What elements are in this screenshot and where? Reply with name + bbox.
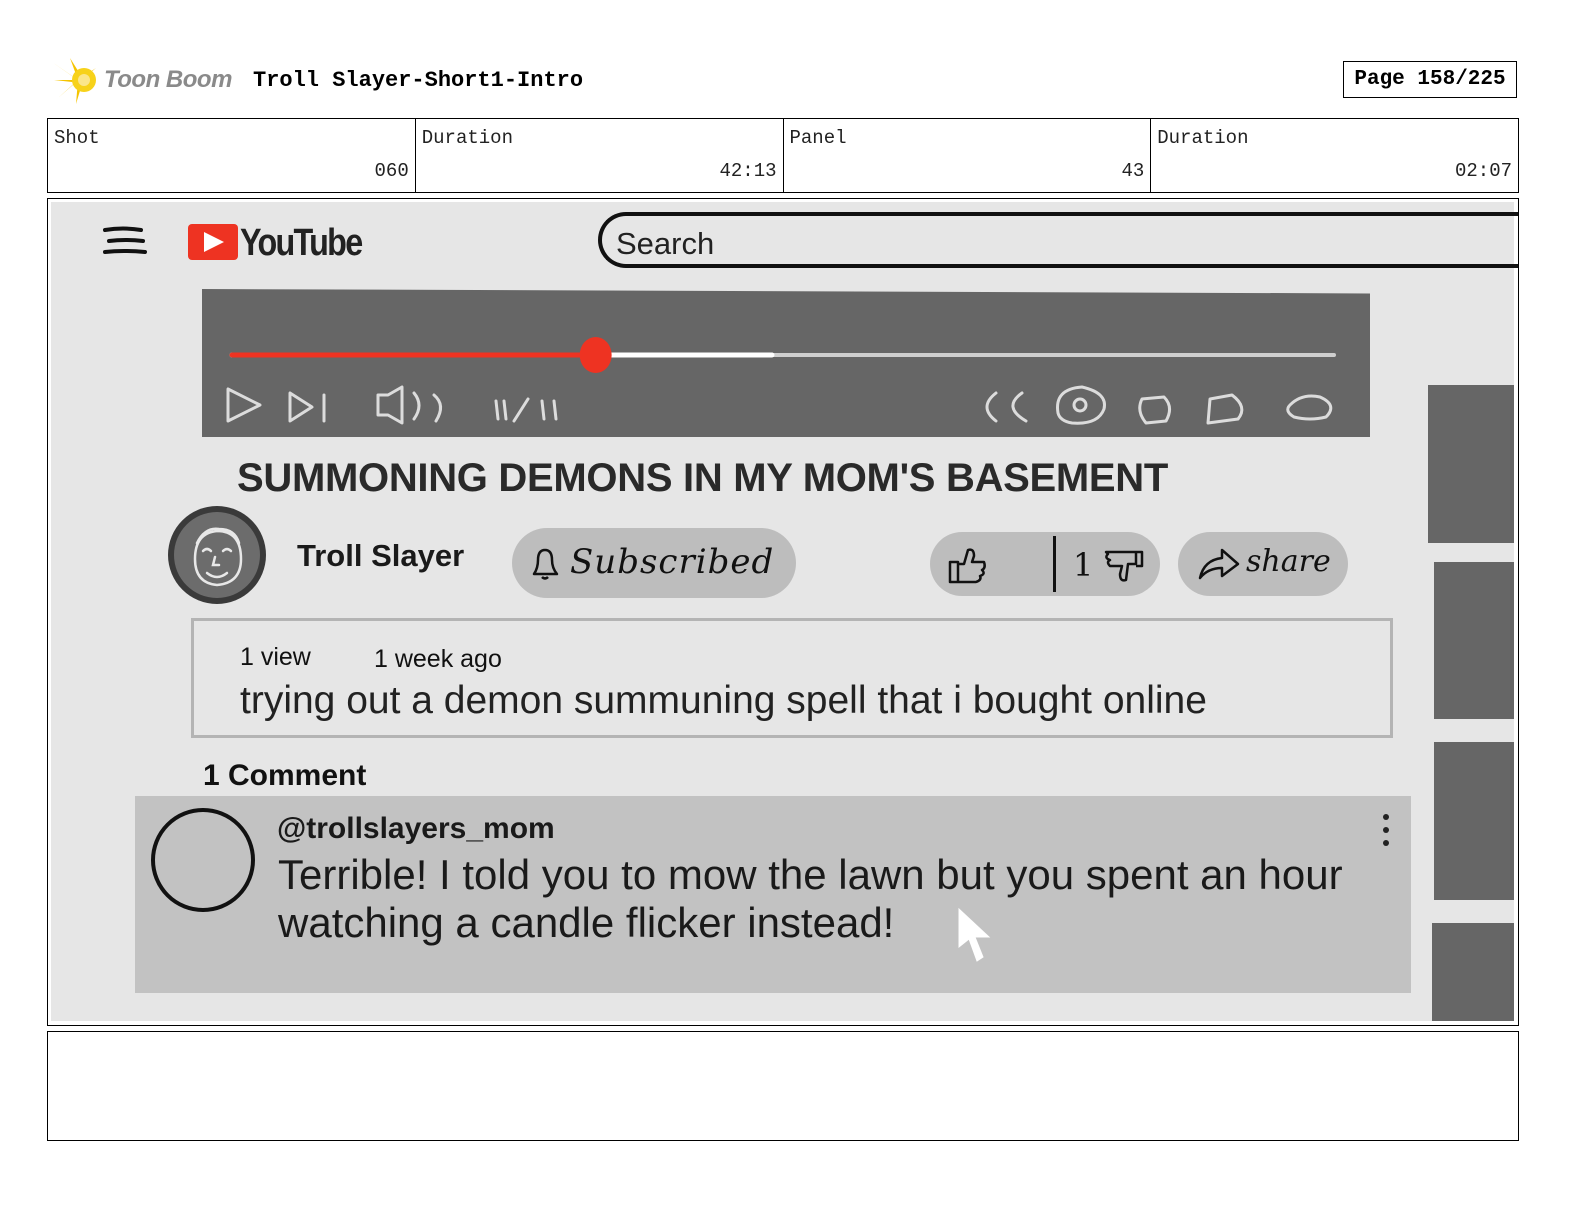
- shot-duration-value: 42:13: [719, 160, 777, 182]
- panel-notes-box: [47, 1031, 1519, 1141]
- recommended-thumbnail[interactable]: [1434, 742, 1514, 900]
- share-arrow-icon: [1198, 548, 1240, 580]
- brand-name: Toon Boom: [104, 66, 232, 93]
- like-divider: [1053, 536, 1056, 592]
- hamburger-menu-icon[interactable]: [101, 224, 147, 258]
- youtube-logo[interactable]: YouTube: [188, 222, 363, 264]
- youtube-wordmark: YouTube: [240, 222, 363, 264]
- time-display: [494, 397, 558, 423]
- theater-icon[interactable]: [1206, 393, 1244, 425]
- thumbs-down-icon[interactable]: [1102, 548, 1144, 584]
- share-label: share: [1246, 544, 1331, 579]
- search-input[interactable]: Search: [598, 212, 1518, 268]
- search-placeholder: Search: [616, 226, 715, 261]
- subscribed-button[interactable]: Subscribed: [512, 528, 796, 598]
- settings-icon[interactable]: [1056, 385, 1107, 425]
- comment-item: @trollslayers_mom Terrible! I told you t…: [135, 796, 1411, 993]
- page-number: Page 158/225: [1343, 61, 1517, 98]
- panel-duration-value: 02:07: [1454, 160, 1512, 182]
- player-controls: [226, 337, 1336, 425]
- shot-duration-label: Duration: [421, 127, 513, 149]
- channel-avatar[interactable]: [165, 503, 269, 607]
- shot-label: Shot: [54, 127, 100, 149]
- volume-icon[interactable]: [376, 385, 442, 425]
- view-count: 1 view: [240, 643, 311, 671]
- shot-value: 060: [374, 160, 409, 182]
- youtube-play-icon: [188, 224, 238, 260]
- project-title: Troll Slayer-Short1-Intro: [253, 68, 584, 93]
- thumbs-up-icon[interactable]: [946, 544, 988, 584]
- share-button[interactable]: share: [1178, 532, 1348, 596]
- video-description: trying out a demon summuning spell that …: [240, 679, 1207, 722]
- panel-duration-label: Duration: [1157, 127, 1249, 149]
- panel-duration-cell: Duration 02:07: [1151, 119, 1518, 192]
- recommended-thumbnail[interactable]: [1434, 562, 1514, 719]
- mouse-cursor-icon: [958, 907, 991, 962]
- miniplayer-icon[interactable]: [1138, 395, 1171, 425]
- more-options-icon[interactable]: [1379, 814, 1393, 854]
- video-title: SUMMONING DEMONS IN MY MOM'S BASEMENT: [237, 456, 1169, 500]
- subscribed-label: Subscribed: [570, 542, 775, 582]
- comments-count: 1 Comment: [203, 759, 367, 792]
- panel-cell: Panel 43: [784, 119, 1152, 192]
- comment-text: Terrible! I told you to mow the lawn but…: [278, 851, 1343, 946]
- bell-icon: [532, 548, 559, 580]
- commenter-username[interactable]: @trollslayers_mom: [277, 812, 555, 846]
- youtube-screen: YouTube Search SUMMONING DEMONS IN MY MO…: [51, 202, 1518, 1021]
- description-box[interactable]: 1 view 1 week ago trying out a demon sum…: [191, 618, 1393, 738]
- dislike-count: 1: [1073, 546, 1094, 584]
- commenter-avatar[interactable]: [151, 808, 255, 912]
- toon-boom-logo: Toon Boom: [50, 54, 240, 106]
- panel-value: 43: [1121, 160, 1145, 182]
- next-icon[interactable]: [288, 391, 326, 423]
- fullscreen-icon[interactable]: [1286, 394, 1333, 421]
- shot-cell: Shot 060: [48, 119, 416, 192]
- upload-time: 1 week ago: [374, 645, 502, 673]
- captions-icon[interactable]: [985, 391, 1028, 423]
- panel-label: Panel: [789, 127, 847, 149]
- channel-name[interactable]: Troll Slayer: [297, 538, 464, 574]
- play-icon[interactable]: [226, 387, 262, 423]
- recommended-thumbnail[interactable]: [1432, 923, 1514, 1021]
- scrubber-handle[interactable]: [579, 337, 612, 373]
- like-dislike-group: 1: [930, 532, 1160, 596]
- recommended-thumbnail[interactable]: [1428, 385, 1514, 543]
- shot-duration-cell: Duration 42:13: [416, 119, 784, 192]
- shot-info-table: Shot 060 Duration 42:13 Panel 43 Duratio…: [47, 118, 1519, 193]
- storyboard-panel: YouTube Search SUMMONING DEMONS IN MY MO…: [47, 198, 1519, 1026]
- starburst-icon: [52, 58, 96, 104]
